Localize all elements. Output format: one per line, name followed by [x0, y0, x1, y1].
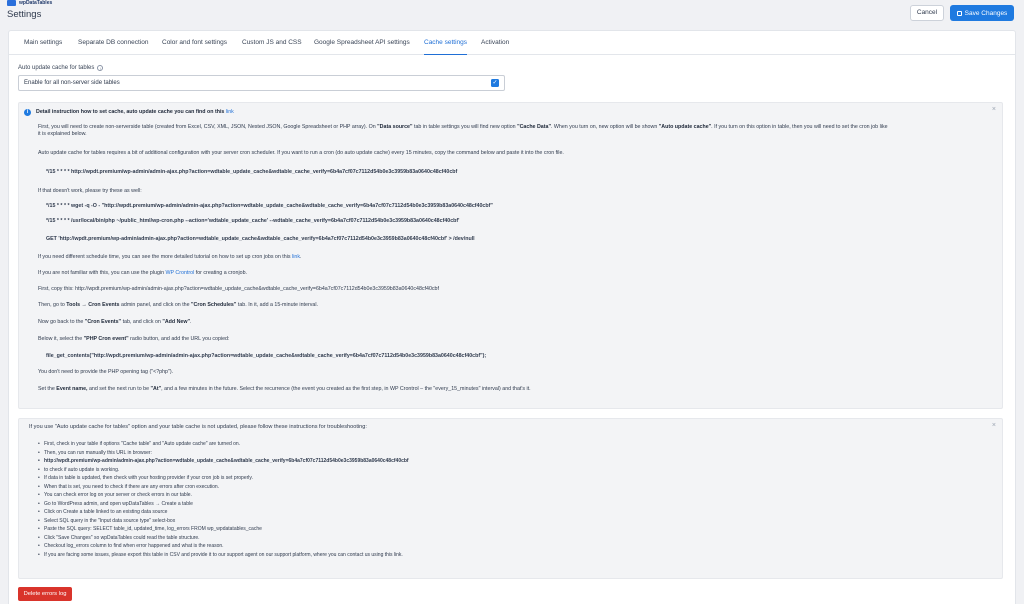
close-icon[interactable]: × — [992, 106, 996, 113]
list-item: You can check error log on your server o… — [38, 491, 409, 500]
instructions-p8: Now go back to the "Cron Events" tab, an… — [38, 319, 192, 325]
list-item: If data in table is updated, then check … — [38, 474, 409, 483]
tab-custom-js-css[interactable]: Custom JS and CSS — [242, 31, 302, 55]
instructions-p4: If you need different schedule time, you… — [38, 254, 302, 260]
brand-logo: wpDataTables — [7, 0, 52, 6]
info-icon: i — [24, 109, 31, 116]
instructions-p9: Below it, select the "PHP Cron event" ra… — [38, 336, 230, 342]
list-item: First, check in your table if options "C… — [38, 440, 409, 449]
logo-icon — [7, 0, 16, 6]
help-icon[interactable]: i — [97, 65, 104, 71]
instructions-p11: Set the Event name, and set the next run… — [38, 386, 531, 392]
delete-errors-log-button[interactable]: Delete errors log — [18, 587, 72, 601]
auto-update-label-text: Auto update cache for tables — [18, 65, 95, 71]
cancel-button[interactable]: Cancel — [910, 5, 944, 21]
checkbox-checked-icon[interactable]: ✓ — [491, 79, 499, 87]
list-item: If you are facing some issues, please ex… — [38, 551, 409, 560]
list-item: Click on Create a table linked to an exi… — [38, 508, 409, 517]
tab-cache-settings[interactable]: Cache settings — [424, 31, 467, 55]
list-item: Checkout log_errors column to find when … — [38, 542, 409, 551]
instructions-p5: If you are not familiar with this, you c… — [38, 270, 247, 276]
cron-command-1: */15 * * * * http://wpdt.premium/wp-admi… — [46, 169, 458, 175]
auto-update-select-value: Enable for all non-server side tables — [24, 80, 120, 86]
auto-update-select[interactable]: Enable for all non-server side tables ✓ — [18, 75, 505, 91]
tab-separate-db[interactable]: Separate DB connection — [78, 31, 148, 55]
cron-instructions-notice: i × Detail instruction how to set cache,… — [18, 102, 1003, 409]
cron-command-2: */15 * * * * wget -q -O - "http://wpdt.p… — [46, 203, 493, 209]
save-changes-button[interactable]: Save Changes — [950, 5, 1014, 21]
instructions-p2: Auto update cache for tables requires a … — [38, 150, 564, 156]
cron-tutorial-link[interactable]: link — [292, 254, 300, 260]
page-title: Settings — [7, 9, 42, 20]
tab-google-spreadsheet[interactable]: Google Spreadsheet API settings — [314, 31, 410, 55]
tab-color-font[interactable]: Color and font settings — [162, 31, 227, 55]
instructions-p1-line2: it is explained below. — [38, 131, 87, 137]
tab-main-settings[interactable]: Main settings — [24, 31, 62, 55]
cron-command-3: */15 * * * * /usr/local/bin/php ~/public… — [46, 218, 460, 224]
list-item: When that is set, you need to check if t… — [38, 483, 409, 492]
php-cron-command: file_get_contents("http://wpdt.premium/w… — [46, 353, 487, 359]
tab-activation[interactable]: Activation — [481, 31, 509, 55]
wp-crontrol-link[interactable]: WP Crontrol — [166, 270, 195, 276]
settings-tabs: Main settings Separate DB connection Col… — [9, 31, 1015, 55]
instructions-p3: If that doesn't work, please try these a… — [38, 188, 142, 194]
top-bar: wpDataTables Settings Cancel Save Change… — [0, 0, 1024, 30]
list-item: http://wpdt.premium/wp-admin/admin-ajax.… — [38, 457, 409, 466]
instructions-headline: Detail instruction how to set cache, aut… — [36, 109, 234, 115]
settings-card: Main settings Separate DB connection Col… — [8, 30, 1016, 604]
troubleshooting-headline: If you use "Auto update cache for tables… — [29, 424, 367, 430]
save-changes-label: Save Changes — [964, 9, 1008, 17]
cron-command-4: GET 'http://wpdt.premium/wp-admin/admin-… — [46, 236, 475, 242]
list-item: Select SQL query in the "Input data sour… — [38, 517, 409, 526]
instructions-p6: First, copy this: http://wpdt.premium/wp… — [38, 286, 439, 292]
close-icon[interactable]: × — [992, 422, 996, 429]
list-item: Paste the SQL query: SELECT table_id, up… — [38, 525, 409, 534]
auto-update-label: Auto update cache for tables i — [18, 65, 104, 71]
troubleshooting-notice: × If you use "Auto update cache for tabl… — [18, 418, 1003, 579]
save-icon — [956, 10, 962, 16]
instructions-p10: You don't need to provide the PHP openin… — [38, 369, 174, 375]
list-item: Go to WordPress admin, and open wpDataTa… — [38, 500, 409, 509]
list-item: to check if auto update is working. — [38, 466, 409, 475]
instructions-p1: First, you will need to create non-serve… — [38, 124, 888, 130]
logo-text: wpDataTables — [19, 0, 53, 6]
instructions-p7: Then, go to Tools → Cron Events admin pa… — [38, 302, 318, 308]
troubleshooting-list: First, check in your table if options "C… — [38, 440, 409, 559]
instructions-link[interactable]: link — [226, 109, 234, 115]
list-item: Click "Save Changes" so wpDataTables cou… — [38, 534, 409, 543]
list-item: Then, you can run manually this URL in b… — [38, 449, 409, 458]
